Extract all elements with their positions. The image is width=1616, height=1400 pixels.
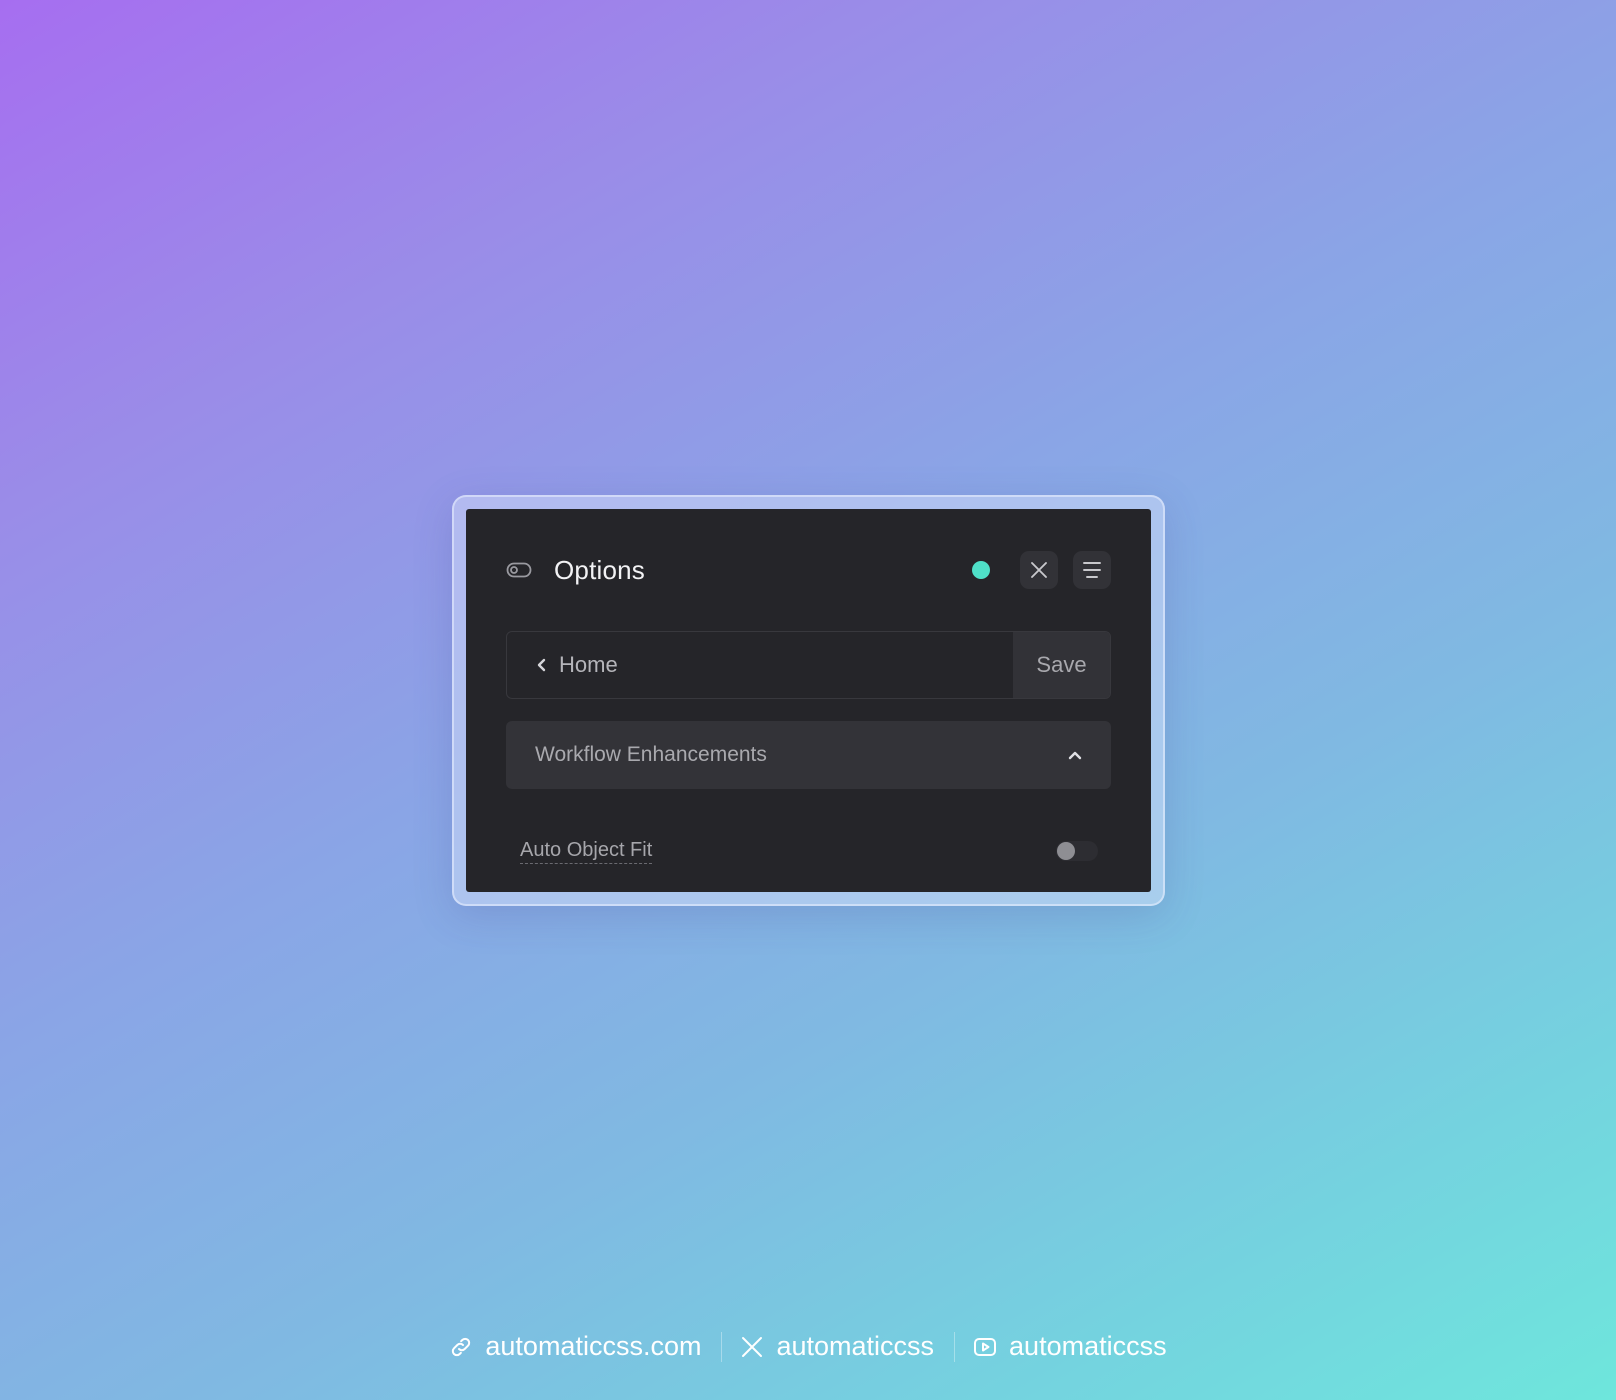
auto-object-fit-toggle[interactable]	[1056, 841, 1098, 861]
footer-website-label: automaticcss.com	[485, 1331, 702, 1361]
section-header-workflow-enhancements[interactable]: Workflow Enhancements	[506, 721, 1111, 789]
link-icon	[449, 1335, 473, 1359]
close-icon	[1030, 561, 1048, 579]
youtube-icon	[973, 1335, 997, 1359]
footer-link-youtube[interactable]: automaticcss	[973, 1331, 1167, 1362]
panel-title: Options	[554, 554, 646, 585]
options-panel-frame: Options Home Save Workflow Enhancements …	[452, 495, 1165, 906]
options-panel: Options Home Save Workflow Enhancements …	[466, 509, 1151, 892]
footer-separator	[721, 1331, 723, 1362]
footer-link-website[interactable]: automaticcss.com	[449, 1331, 701, 1362]
footer-link-x[interactable]: automaticcss	[740, 1331, 934, 1362]
close-button[interactable]	[1020, 551, 1058, 589]
menu-icon	[1082, 560, 1102, 580]
panel-header: Options	[506, 509, 1111, 631]
home-link[interactable]: Home	[507, 632, 1013, 698]
toggle-icon	[506, 561, 532, 579]
status-dot	[972, 561, 990, 579]
footer: automaticcss.com automaticcss automaticc…	[0, 1331, 1616, 1362]
footer-x-label: automaticcss	[776, 1331, 935, 1361]
chevron-up-icon	[1067, 749, 1083, 761]
home-label: Home	[559, 652, 618, 677]
section-title: Workflow Enhancements	[535, 743, 767, 766]
option-row-auto-object-fit: Auto Object Fit	[506, 789, 1111, 919]
footer-separator	[954, 1331, 956, 1362]
footer-youtube-label: automaticcss	[1009, 1331, 1167, 1361]
chevron-left-icon	[535, 657, 549, 673]
save-button[interactable]: Save	[1013, 632, 1110, 698]
nav-bar: Home Save	[506, 631, 1111, 699]
option-label: Auto Object Fit	[520, 839, 653, 864]
toggle-knob	[1057, 842, 1075, 860]
menu-button[interactable]	[1073, 551, 1111, 589]
x-icon	[740, 1335, 764, 1359]
